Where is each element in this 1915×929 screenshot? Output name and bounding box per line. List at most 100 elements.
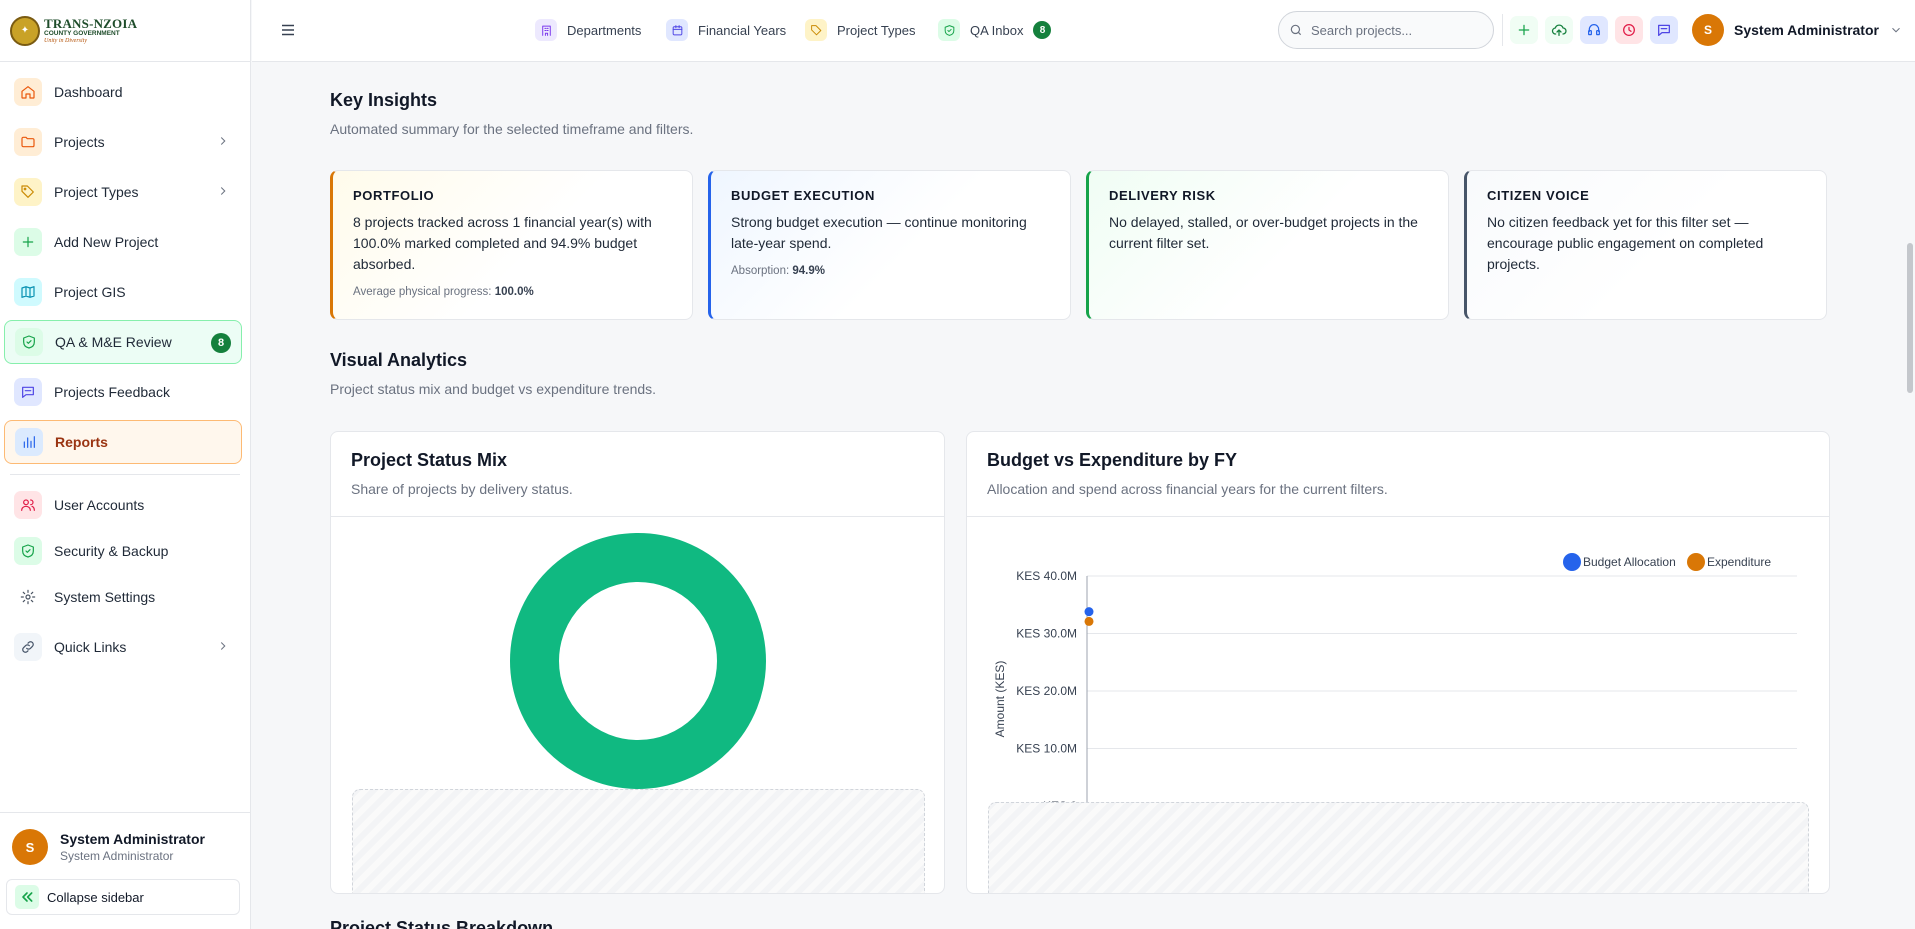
sidebar-item-projects-feedback[interactable]: Projects Feedback (4, 370, 242, 414)
county-crest-icon: ✦ (10, 15, 40, 46)
chevron-right-icon (216, 184, 230, 198)
chevron-right-icon (216, 134, 230, 148)
tag-icon (805, 19, 827, 41)
sidebar-item-add-new-project[interactable]: Add New Project (4, 220, 242, 264)
insight-card-citizen-voice: CITIZEN VOICE No citizen feedback yet fo… (1464, 170, 1827, 320)
sidebar-item-label: Projects Feedback (54, 384, 170, 400)
insight-label: PORTFOLIO (353, 188, 435, 203)
card-subtitle: Share of projects by delivery status. (351, 481, 573, 497)
sidebar-item-system-settings[interactable]: System Settings (4, 575, 242, 619)
sidebar-footer: S System Administrator System Administra… (0, 812, 251, 929)
cloud-upload-icon (1551, 24, 1567, 36)
brand-motto: Unity in Diversity (44, 38, 87, 45)
topnav-project-types[interactable]: Project Types (805, 17, 916, 43)
sidebar-item-project-types[interactable]: Project Types (4, 170, 242, 214)
insight-meta-label: Average physical progress: (353, 286, 492, 298)
status-table-placeholder (352, 789, 925, 893)
menu-icon[interactable] (279, 21, 297, 39)
topbar: Departments Financial Years Project Type… (252, 0, 1915, 62)
status-donut-chart (510, 533, 766, 789)
sidebar-item-quick-links[interactable]: Quick Links (4, 625, 242, 669)
shield-check-icon (938, 19, 960, 41)
sidebar: ✦ TRANS-NZOIA COUNTY GOVERNMENT Unity in… (0, 0, 251, 929)
double-chevron-left-icon (15, 885, 39, 909)
sidebar-user[interactable]: S System Administrator System Administra… (12, 829, 205, 865)
budget-expenditure-card: Budget vs Expenditure by FY Allocation a… (966, 431, 1830, 894)
sidebar-item-label: User Accounts (54, 497, 145, 513)
user-name: System Administrator (1734, 22, 1879, 38)
message-icon (1658, 24, 1670, 36)
insight-text: 8 projects tracked across 1 financial ye… (353, 214, 652, 272)
messages-button[interactable] (1650, 16, 1678, 44)
sidebar-item-dashboard[interactable]: Dashboard (4, 70, 242, 114)
avatar: S (1692, 14, 1724, 46)
add-button[interactable] (1510, 16, 1538, 44)
y-tick-label: KES 30.0M (1016, 627, 1077, 641)
insight-meta-value: 94.9% (792, 265, 825, 277)
search-icon (1290, 24, 1302, 36)
chevron-down-icon (1892, 27, 1900, 33)
sidebar-item-label: Security & Backup (54, 543, 169, 559)
sidebar-item-security-backup[interactable]: Security & Backup (4, 529, 242, 573)
scrollbar[interactable] (1907, 243, 1913, 393)
search-input[interactable] (1311, 22, 1481, 38)
topnav-financial-years[interactable]: Financial Years (666, 17, 786, 43)
card-subtitle: Allocation and spend across financial ye… (987, 481, 1388, 497)
brand-subtitle: COUNTY GOVERNMENT (44, 29, 120, 37)
sidebar-item-user-accounts[interactable]: User Accounts (4, 483, 242, 527)
sidebar-item-qa-review[interactable]: QA & M&E Review 8 (4, 320, 242, 364)
insight-text: No citizen feedback yet for this filter … (1487, 214, 1764, 272)
insight-label: BUDGET EXECUTION (731, 188, 875, 203)
sidebar-item-label: Add New Project (54, 234, 159, 250)
link-icon (14, 633, 42, 661)
status-mix-card: Project Status Mix Share of projects by … (330, 431, 945, 894)
building-icon (535, 19, 557, 41)
sidebar-item-projects[interactable]: Projects (4, 120, 242, 164)
insight-card-budget-execution: BUDGET EXECUTION Strong budget execution… (708, 170, 1071, 320)
insight-meta-label: Absorption: (731, 265, 790, 277)
card-title: Project Status Mix (351, 450, 508, 470)
qa-inbox-badge: 8 (1033, 21, 1052, 39)
legend-label: Expenditure (1707, 555, 1771, 569)
sidebar-item-project-gis[interactable]: Project GIS (4, 270, 242, 314)
card-title: Budget vs Expenditure by FY (987, 450, 1238, 470)
user-role: System Administrator (60, 849, 174, 863)
sidebar-item-label: System Settings (54, 589, 156, 605)
user-menu[interactable]: S System Administrator (1692, 14, 1903, 46)
sidebar-item-reports[interactable]: Reports (4, 420, 242, 464)
y-tick-label: KES 40.0M (1016, 569, 1077, 583)
shield-check-icon (14, 537, 42, 565)
topnav-qa-inbox[interactable]: QA Inbox 8 (938, 17, 1052, 43)
upload-button[interactable] (1545, 16, 1573, 44)
support-button[interactable] (1580, 16, 1608, 44)
sidebar-item-label: Dashboard (54, 84, 123, 100)
topnav-label: Departments (567, 22, 642, 38)
sidebar-item-label: Project GIS (54, 284, 126, 300)
y-axis-label: Amount (KES) (993, 661, 1007, 738)
legend-marker (1687, 553, 1705, 571)
insight-label: CITIZEN VOICE (1487, 188, 1590, 203)
collapse-sidebar-button[interactable]: Collapse sidebar (6, 879, 240, 915)
data-point (1084, 607, 1094, 617)
insight-card-portfolio: PORTFOLIO 8 projects tracked across 1 fi… (330, 170, 693, 320)
sidebar-item-label: Reports (55, 434, 108, 450)
budget-line-chart: KES 0KES 10.0MKES 20.0MKES 30.0MKES 40.0… (993, 553, 1797, 818)
insight-meta: Average physical progress: 100.0% (353, 286, 672, 298)
plus-icon (1518, 24, 1530, 36)
brand-logo[interactable]: ✦ TRANS-NZOIA COUNTY GOVERNMENT Unity in… (0, 0, 250, 62)
gear-icon (14, 583, 42, 611)
search-box[interactable] (1278, 11, 1494, 49)
topnav-departments[interactable]: Departments (535, 17, 641, 43)
donut-slice (510, 533, 766, 789)
users-icon (14, 491, 42, 519)
map-icon (14, 278, 42, 306)
insight-meta: Absorption: 94.9% (731, 265, 1050, 277)
card-header: Project Status Mix Share of projects by … (331, 432, 944, 517)
message-icon (14, 378, 42, 406)
topnav-label: Financial Years (698, 22, 787, 38)
legend-label: Budget Allocation (1583, 555, 1676, 569)
avatar: S (12, 829, 48, 865)
history-button[interactable] (1615, 16, 1643, 44)
shield-check-icon (15, 328, 43, 356)
calendar-icon (666, 19, 688, 41)
